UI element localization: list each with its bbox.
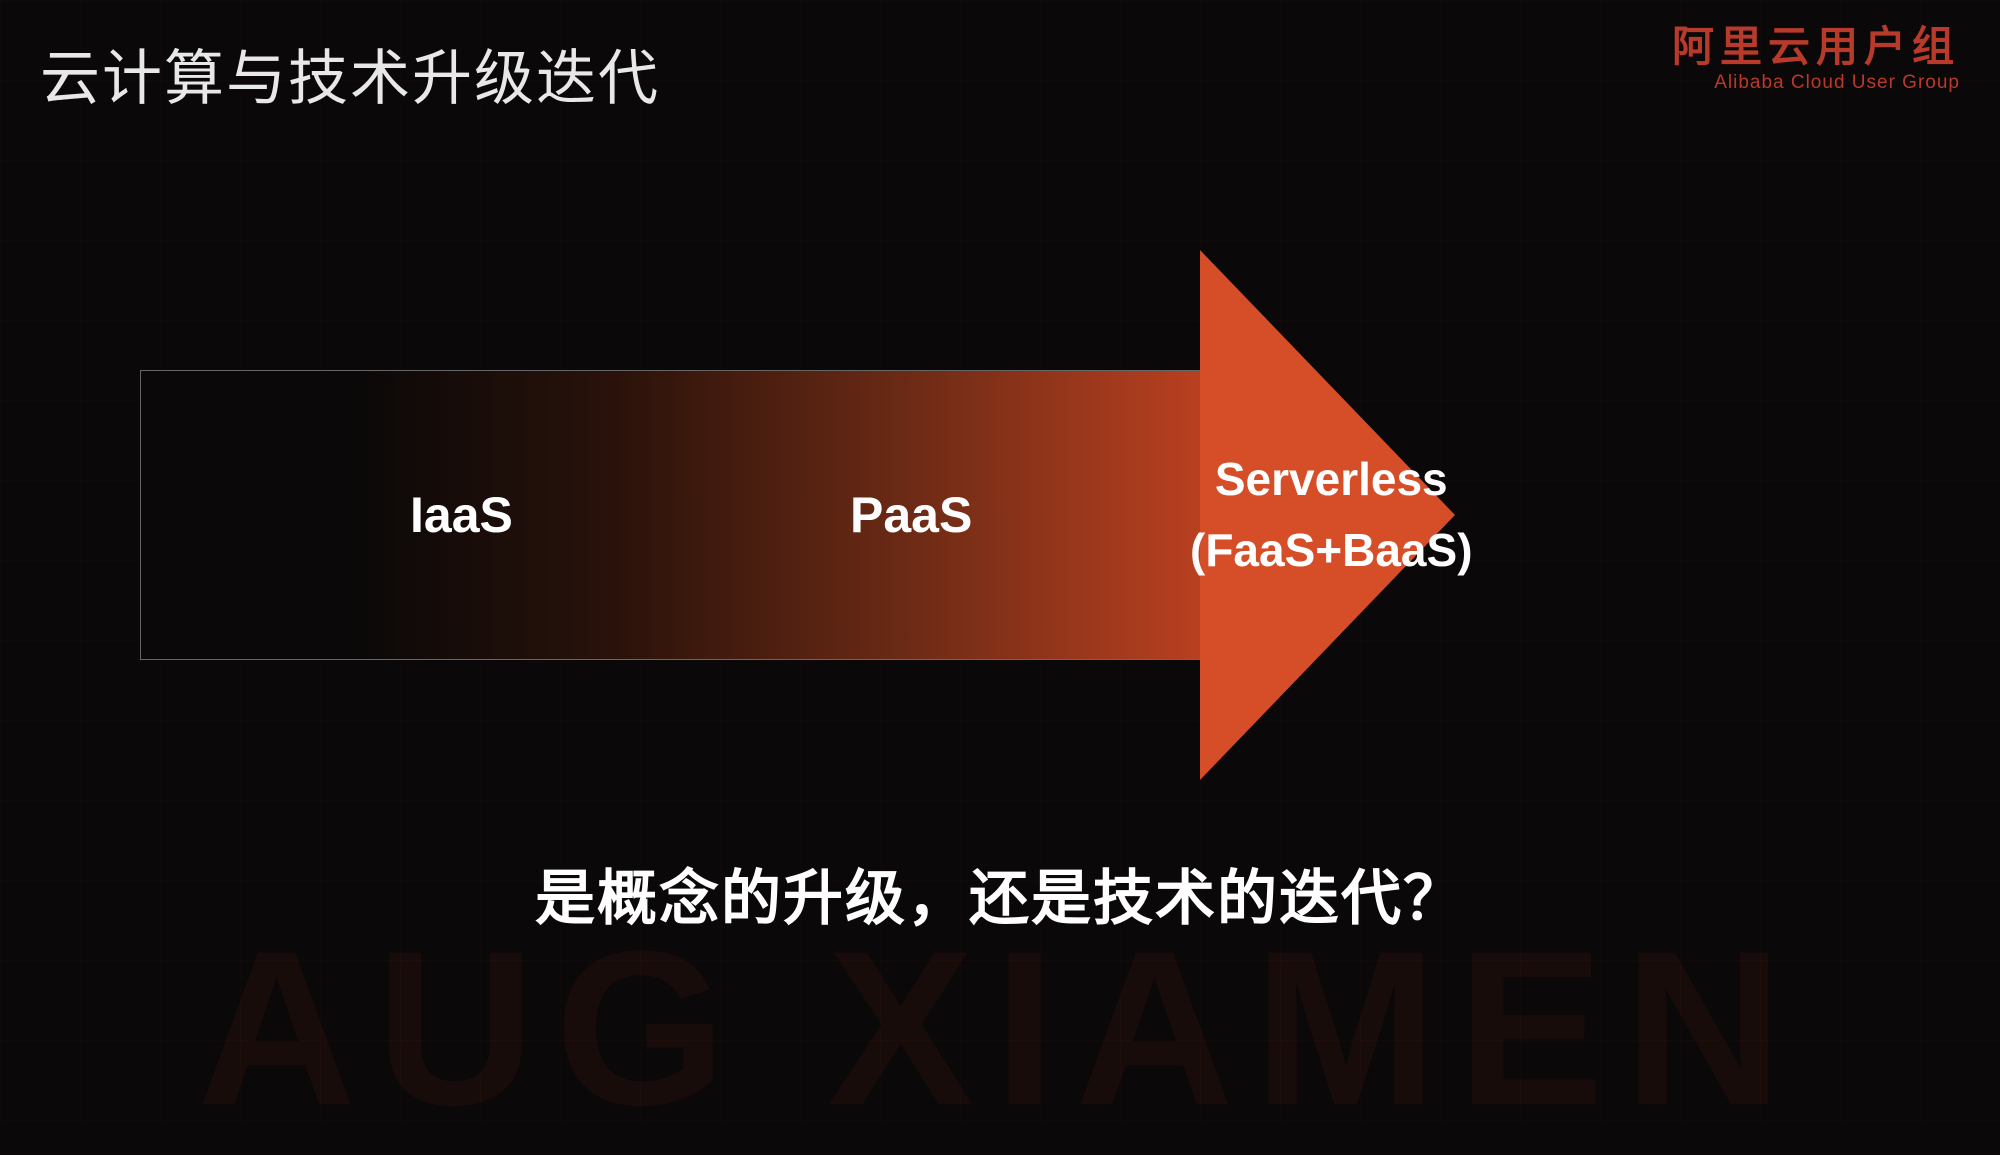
watermark-text: AUG XIAMEN xyxy=(0,902,2000,1155)
slide-title: 云计算与技术升级迭代 xyxy=(40,30,660,117)
stage-paas: PaaS xyxy=(850,486,972,544)
serverless-line1: Serverless xyxy=(1190,444,1473,515)
slide-question: 是概念的升级，还是技术的迭代？ xyxy=(0,850,2000,937)
stage-serverless: Serverless (FaaS+BaaS) xyxy=(1190,444,1473,587)
logo-chinese: 阿里云用户组 xyxy=(1672,22,1960,72)
logo-english: Alibaba Cloud User Group xyxy=(1672,72,1960,95)
logo-block: 阿里云用户组 Alibaba Cloud User Group xyxy=(1672,22,1960,95)
arrow-labels: IaaS PaaS Serverless (FaaS+BaaS) xyxy=(140,370,1455,660)
evolution-arrow: IaaS PaaS Serverless (FaaS+BaaS) xyxy=(140,370,1715,660)
stage-iaas: IaaS xyxy=(410,486,513,544)
serverless-line2: (FaaS+BaaS) xyxy=(1190,515,1473,586)
